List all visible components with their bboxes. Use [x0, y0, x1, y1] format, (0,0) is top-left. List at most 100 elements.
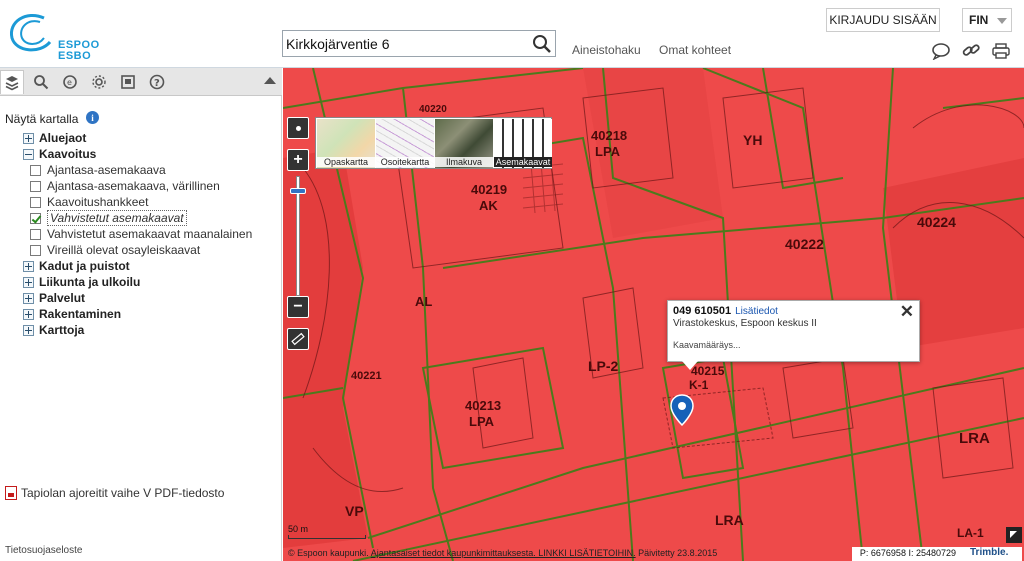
map-label-40224: 40224 [917, 214, 956, 230]
collapse-panel-icon[interactable] [264, 77, 276, 84]
pdf-icon [5, 486, 17, 500]
address-search[interactable] [282, 30, 556, 57]
login-button[interactable]: KIRJAUDU SISÄÄN [826, 8, 940, 32]
map-label-yh: YH [743, 132, 763, 148]
map-label-la1: LA-1 [957, 526, 984, 540]
logo-swirl-icon [9, 14, 52, 52]
expand-plus-icon[interactable] [23, 324, 34, 336]
zoom-out-button[interactable]: − [287, 296, 309, 318]
chevron-down-icon [997, 18, 1007, 24]
map-label-lpa-2: LPA [469, 414, 495, 429]
scale-bar-line [288, 535, 366, 539]
own-items-link[interactable]: Omat kohteet [659, 43, 731, 57]
privacy-link[interactable]: Tietosuojaseloste [5, 545, 82, 556]
zoom-in-button[interactable]: + [287, 149, 309, 171]
expand-plus-icon[interactable] [23, 276, 34, 288]
layer-checkbox[interactable] [30, 244, 41, 256]
layer-checkbox-checked[interactable] [30, 212, 41, 224]
layers-icon [5, 75, 19, 90]
tab-search[interactable] [29, 70, 53, 94]
locate-button[interactable] [287, 117, 309, 139]
data-search-link[interactable]: Aineistohaku [572, 43, 641, 57]
logo-text: ESPOO ESBO [58, 39, 100, 62]
tree-group-kaavoitus[interactable]: Kaavoitus [23, 146, 96, 162]
layer-vireilla[interactable]: Vireillä olevat osayleiskaavat [30, 242, 200, 258]
collapse-minus-icon[interactable] [23, 148, 34, 160]
map-label-ak: AK [479, 198, 498, 213]
info-icon[interactable]: i [86, 111, 99, 124]
basemap-opaskartta[interactable]: Opaskartta [317, 119, 375, 168]
print-icon[interactable] [991, 42, 1011, 60]
tree-group-liikunta[interactable]: Liikunta ja ulkoilu [23, 274, 140, 290]
basemap-switcher: Opaskartta Osoitekartta Ilmakuva Asemaka… [315, 117, 552, 169]
layer-checkbox[interactable] [30, 196, 41, 208]
link-icon[interactable] [961, 42, 981, 60]
map-label-lra-2: LRA [715, 512, 744, 528]
trimble-logo: Trimble. [964, 547, 1022, 561]
layer-ajantasa-varillinen[interactable]: Ajantasa-asemakaava, värillinen [30, 178, 220, 194]
zoom-slider-track[interactable] [296, 176, 300, 296]
settings-icon [92, 75, 106, 89]
map-label-40222: 40222 [785, 236, 824, 252]
map-label-40219: 40219 [471, 182, 508, 197]
layer-vahvistetut[interactable]: Vahvistetut asemakaavat [30, 210, 187, 226]
tree-group-rakentaminen[interactable]: Rakentaminen [23, 306, 121, 322]
feedback-icon[interactable] [931, 42, 951, 60]
map-label-vp: VP [345, 503, 364, 519]
expand-corner-icon[interactable] [1006, 527, 1022, 543]
search-icon [34, 75, 49, 90]
map-view[interactable]: 40220 40218 LPA 40219 AK YH 40222 40224 … [283, 68, 1024, 561]
location-marker-icon[interactable] [670, 394, 694, 426]
panel-tabs: e ? [0, 68, 282, 96]
layer-checkbox[interactable] [30, 228, 41, 240]
tree-group-kadut[interactable]: Kadut ja puistot [23, 258, 130, 274]
layer-ajantasa[interactable]: Ajantasa-asemakaava [30, 162, 166, 178]
basemap-ilmakuva[interactable]: Ilmakuva [435, 119, 493, 168]
map-label-40213: 40213 [465, 398, 502, 413]
map-label-k1: K-1 [689, 378, 709, 392]
expand-plus-icon[interactable] [23, 132, 34, 144]
map-label-40211: 40221 [351, 370, 382, 382]
feature-popup: 049 610501 Lisätiedot Virastokeskus, Espo… [667, 300, 920, 370]
popup-details-link[interactable]: Lisätiedot [735, 306, 778, 317]
map-label-lpa: LPA [595, 144, 621, 159]
measure-tool-button[interactable] [287, 328, 309, 350]
svg-text:e: e [67, 78, 72, 87]
zoom-slider-handle[interactable] [290, 188, 306, 194]
search-icon[interactable] [532, 34, 552, 54]
tree-group-karttoja[interactable]: Karttoja [23, 322, 84, 338]
copyright-text: © Espoon kaupunki. Ajantasaiset tiedot k… [288, 548, 718, 558]
pdf-link[interactable]: Tapiolan ajoreitit vaihe V PDF-tiedosto [5, 486, 224, 500]
basemap-osoitekartta[interactable]: Osoitekartta [376, 119, 434, 168]
tab-tools[interactable] [87, 70, 111, 94]
expand-plus-icon[interactable] [23, 308, 34, 320]
close-icon[interactable]: ✕ [900, 302, 914, 322]
layer-vahvistetut-maanalainen[interactable]: Vahvistetut asemakaavat maanalainen [30, 226, 252, 242]
espoo-logo[interactable]: ESPOO ESBO [6, 12, 99, 62]
help-icon: ? [149, 74, 165, 90]
language-select[interactable]: FIN [962, 8, 1012, 32]
layer-checkbox[interactable] [30, 180, 41, 192]
basemap-asemakaavat[interactable]: Asemakaavat [494, 119, 552, 168]
layer-kaavoitushankkeet[interactable]: Kaavoitushankkeet [30, 194, 148, 210]
layer-checkbox[interactable] [30, 164, 41, 176]
expand-plus-icon[interactable] [23, 292, 34, 304]
tab-help[interactable]: ? [145, 70, 169, 94]
search-input[interactable] [286, 34, 526, 53]
map-label-al: AL [415, 294, 433, 309]
copyright-link[interactable]: Ajantasaiset tiedot kaupunkimittauksesta… [371, 548, 636, 558]
print-preview-icon [121, 75, 135, 89]
map-label-40220: 40220 [419, 104, 447, 115]
tab-print-preview[interactable] [116, 70, 140, 94]
measure-icon: e [63, 75, 77, 89]
coordinate-readout: P: 6676958 I: 25480729 [851, 547, 964, 561]
tab-layers[interactable] [0, 70, 24, 94]
tree-group-aluejaot[interactable]: Aluejaot [23, 130, 86, 146]
tab-measure[interactable]: e [58, 70, 82, 94]
header: ESPOO ESBO Aineistohaku Omat kohteet KIR… [0, 0, 1024, 68]
tree-group-palvelut[interactable]: Palvelut [23, 290, 85, 306]
popup-regulation-link[interactable]: Kaavamääräys... [673, 340, 914, 350]
expand-plus-icon[interactable] [23, 260, 34, 272]
language-value: FIN [969, 13, 989, 27]
svg-text:?: ? [154, 78, 160, 89]
